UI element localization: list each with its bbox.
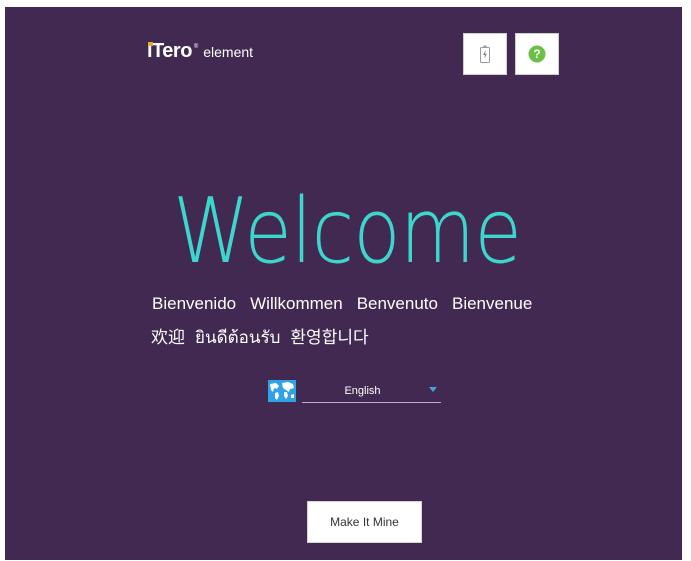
logo-dot (148, 42, 153, 46)
language-dropdown[interactable]: English (302, 379, 441, 403)
svg-text:?: ? (533, 47, 540, 61)
greeting-italian: Benvenuto (356, 294, 438, 313)
logo-registered-mark: ® (193, 44, 199, 50)
greeting-thai: ยินดีต้อนรับ (195, 328, 281, 348)
greeting-spanish: Bienvenido (152, 294, 237, 313)
chevron-down-icon (429, 387, 437, 392)
welcome-screen: iTero ® element ? Welcome Bienvenido Will… (5, 7, 682, 560)
welcome-title: Welcome (173, 179, 522, 284)
globe-map-icon[interactable] (268, 380, 296, 402)
battery-charging-icon (480, 45, 490, 63)
welcome-translations-row1: Bienvenido Willkommen Benvenuto Bienvenue (152, 294, 546, 314)
language-selector: English (268, 379, 441, 403)
help-button[interactable]: ? (515, 33, 559, 75)
welcome-translations-row2: 欢迎 ยินดีต้อนรับ 환영합니다 (151, 323, 379, 351)
greeting-french: Bienvenue (451, 294, 533, 313)
make-it-mine-button[interactable]: Make It Mine (307, 501, 422, 543)
greeting-german: Willkommen (250, 294, 343, 313)
language-selected-value: English (344, 385, 381, 397)
greeting-korean: 환영합니다 (290, 328, 369, 348)
logo-sub-name: element (203, 44, 254, 60)
battery-status-button[interactable] (463, 33, 507, 75)
help-question-icon: ? (528, 45, 546, 63)
itero-logo: iTero ® element (147, 40, 253, 63)
logo-brand-name: iTero (147, 40, 192, 62)
greeting-chinese: 欢迎 (151, 328, 185, 348)
